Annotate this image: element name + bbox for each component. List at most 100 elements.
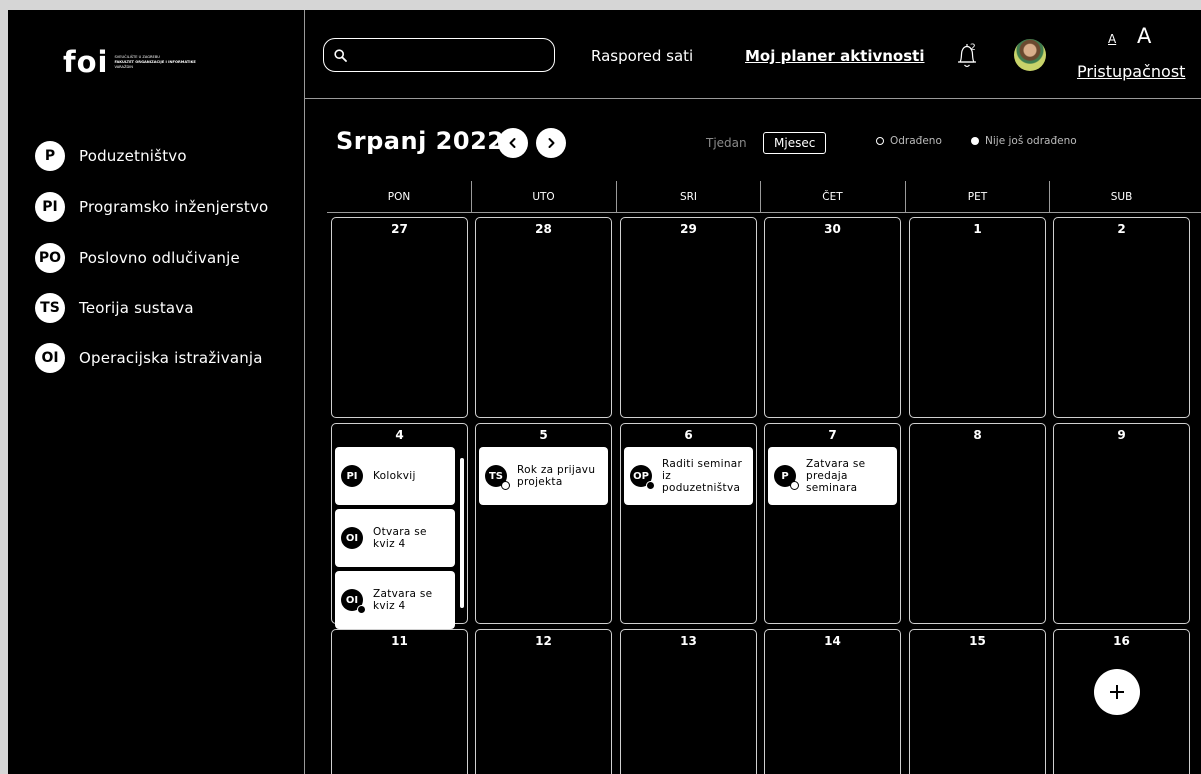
notification-count: 2 (970, 43, 976, 53)
event-course-badge: P (774, 465, 799, 490)
weekday-header: UTO (471, 181, 615, 212)
day-cell[interactable]: 27 (331, 217, 468, 418)
sidebar-course-poslovno-odlucivanje[interactable]: PO Poslovno odlučivanje (35, 243, 240, 273)
day-cell[interactable]: 28 (475, 217, 612, 418)
event-title: Raditi seminar iz poduzetništva (662, 458, 743, 494)
day-cell[interactable]: 14 (764, 629, 901, 774)
day-cell[interactable]: 12 (475, 629, 612, 774)
nav-raspored-sati[interactable]: Raspored sati (591, 47, 693, 65)
course-label: Operacijska istraživanja (79, 349, 263, 367)
event-card[interactable]: OI Zatvara se kviz 4 (335, 571, 455, 629)
course-label: Poslovno odlučivanje (79, 249, 240, 267)
day-cell[interactable]: 13 (620, 629, 757, 774)
day-number: 5 (539, 428, 548, 442)
accessibility-link[interactable]: Pristupačnost (1077, 62, 1185, 81)
font-size-large-button[interactable]: A (1137, 24, 1151, 48)
event-course-badge: TS (485, 465, 510, 490)
logo-subtitle: SVEUČILIŠTE U ZAGREBU FAKULTET ORGANIZAC… (114, 55, 195, 70)
day-number: 15 (969, 634, 986, 648)
course-label: Programsko inženjerstvo (79, 198, 269, 216)
day-cell[interactable]: 15 (909, 629, 1046, 774)
event-card[interactable]: OP Raditi seminar iz poduzetništva (624, 447, 753, 505)
sidebar-course-poduzetnistvo[interactable]: P Poduzetništvo (35, 141, 187, 171)
legend-not-done-label: Nije još odrađeno (985, 135, 1077, 147)
status-done-icon (501, 481, 510, 490)
logo-mark: foi (63, 45, 109, 79)
view-month-toggle[interactable]: Mjesec (763, 132, 827, 154)
event-course-badge: OI (341, 589, 366, 614)
day-number: 2 (1117, 222, 1126, 236)
view-week-toggle[interactable]: Tjedan (706, 136, 747, 150)
event-course-badge: OI (341, 527, 363, 549)
event-card[interactable]: OI Otvara se kviz 4 (335, 509, 455, 567)
previous-month-button[interactable] (498, 128, 528, 158)
status-not-done-icon (357, 605, 366, 614)
day-number: 6 (684, 428, 693, 442)
course-badge: OI (35, 343, 65, 373)
nav-moj-planer-aktivnosti[interactable]: Moj planer aktivnosti (745, 47, 924, 65)
course-badge: PO (35, 243, 65, 273)
course-badge: P (35, 141, 65, 171)
day-cell[interactable]: 29 (620, 217, 757, 418)
day-cell[interactable]: 1 (909, 217, 1046, 418)
weekday-header: SUB (1049, 181, 1193, 212)
legend-not-done: Nije još odrađeno (971, 135, 1077, 147)
open-circle-icon (876, 137, 884, 145)
day-cell[interactable]: 9 (1053, 423, 1190, 624)
month-title: Srpanj 2022 (336, 127, 505, 155)
event-badge-text: OI (345, 532, 359, 544)
event-badge-text: OI (345, 594, 359, 606)
day-number: 28 (535, 222, 552, 236)
event-title: Kolokvij (373, 470, 416, 482)
legend-done: Odrađeno (876, 135, 942, 147)
event-card[interactable]: P Zatvara se predaja seminara (768, 447, 897, 505)
app-window: foi SVEUČILIŠTE U ZAGREBU FAKULTET ORGAN… (8, 10, 1201, 774)
notifications-button[interactable]: 2 (953, 40, 981, 72)
event-title: Rok za prijavu projekta (517, 464, 596, 488)
sidebar: foi SVEUČILIŠTE U ZAGREBU FAKULTET ORGAN… (8, 10, 305, 774)
user-avatar[interactable] (1014, 39, 1046, 71)
day-cell[interactable]: 30 (764, 217, 901, 418)
day-number: 30 (824, 222, 841, 236)
event-card[interactable]: PI Kolokvij (335, 447, 455, 505)
event-badge-text: PI (346, 470, 358, 482)
day-number: 9 (1117, 428, 1126, 442)
day-number: 4 (395, 428, 404, 442)
logo-line-3: VARAŽDIN (114, 65, 133, 69)
bell-icon (958, 44, 976, 68)
next-month-button[interactable] (536, 128, 566, 158)
event-course-badge: PI (341, 465, 363, 487)
status-done-icon (790, 481, 799, 490)
event-title: Zatvara se kviz 4 (373, 588, 433, 612)
sidebar-course-programsko-inzenjerstvo[interactable]: PI Programsko inženjerstvo (35, 192, 268, 222)
sidebar-course-teorija-sustava[interactable]: TS Teorija sustava (35, 293, 194, 323)
day-number: 27 (391, 222, 408, 236)
day-cell[interactable]: 2 (1053, 217, 1190, 418)
course-label: Poduzetništvo (79, 147, 187, 165)
top-header: Raspored sati Moj planer aktivnosti 2 A … (305, 10, 1201, 99)
day-scrollbar[interactable] (460, 458, 464, 608)
font-size-small-button[interactable]: A (1108, 32, 1116, 46)
day-cell[interactable]: 8 (909, 423, 1046, 624)
event-title: Zatvara se predaja seminara (806, 458, 866, 494)
search-input[interactable] (353, 46, 547, 64)
day-number: 16 (1113, 634, 1130, 648)
event-card[interactable]: TS Rok za prijavu projekta (479, 447, 608, 505)
course-badge: TS (35, 293, 65, 323)
foi-logo[interactable]: foi SVEUČILIŠTE U ZAGREBU FAKULTET ORGAN… (63, 48, 196, 77)
event-badge-text: TS (488, 470, 504, 482)
add-activity-button[interactable] (1094, 669, 1140, 715)
course-badge: PI (35, 192, 65, 222)
day-number: 7 (828, 428, 837, 442)
search-icon (334, 48, 347, 62)
day-number: 14 (824, 634, 841, 648)
day-number: 8 (973, 428, 982, 442)
search-box[interactable] (323, 38, 555, 72)
plus-icon (1110, 685, 1124, 699)
weekday-header: PON (387, 190, 411, 203)
event-badge-text: OP (633, 470, 649, 482)
day-cell[interactable]: 11 (331, 629, 468, 774)
status-not-done-icon (646, 481, 655, 490)
chevron-left-icon (509, 138, 516, 148)
sidebar-course-operacijska-istrazivanja[interactable]: OI Operacijska istraživanja (35, 343, 263, 373)
